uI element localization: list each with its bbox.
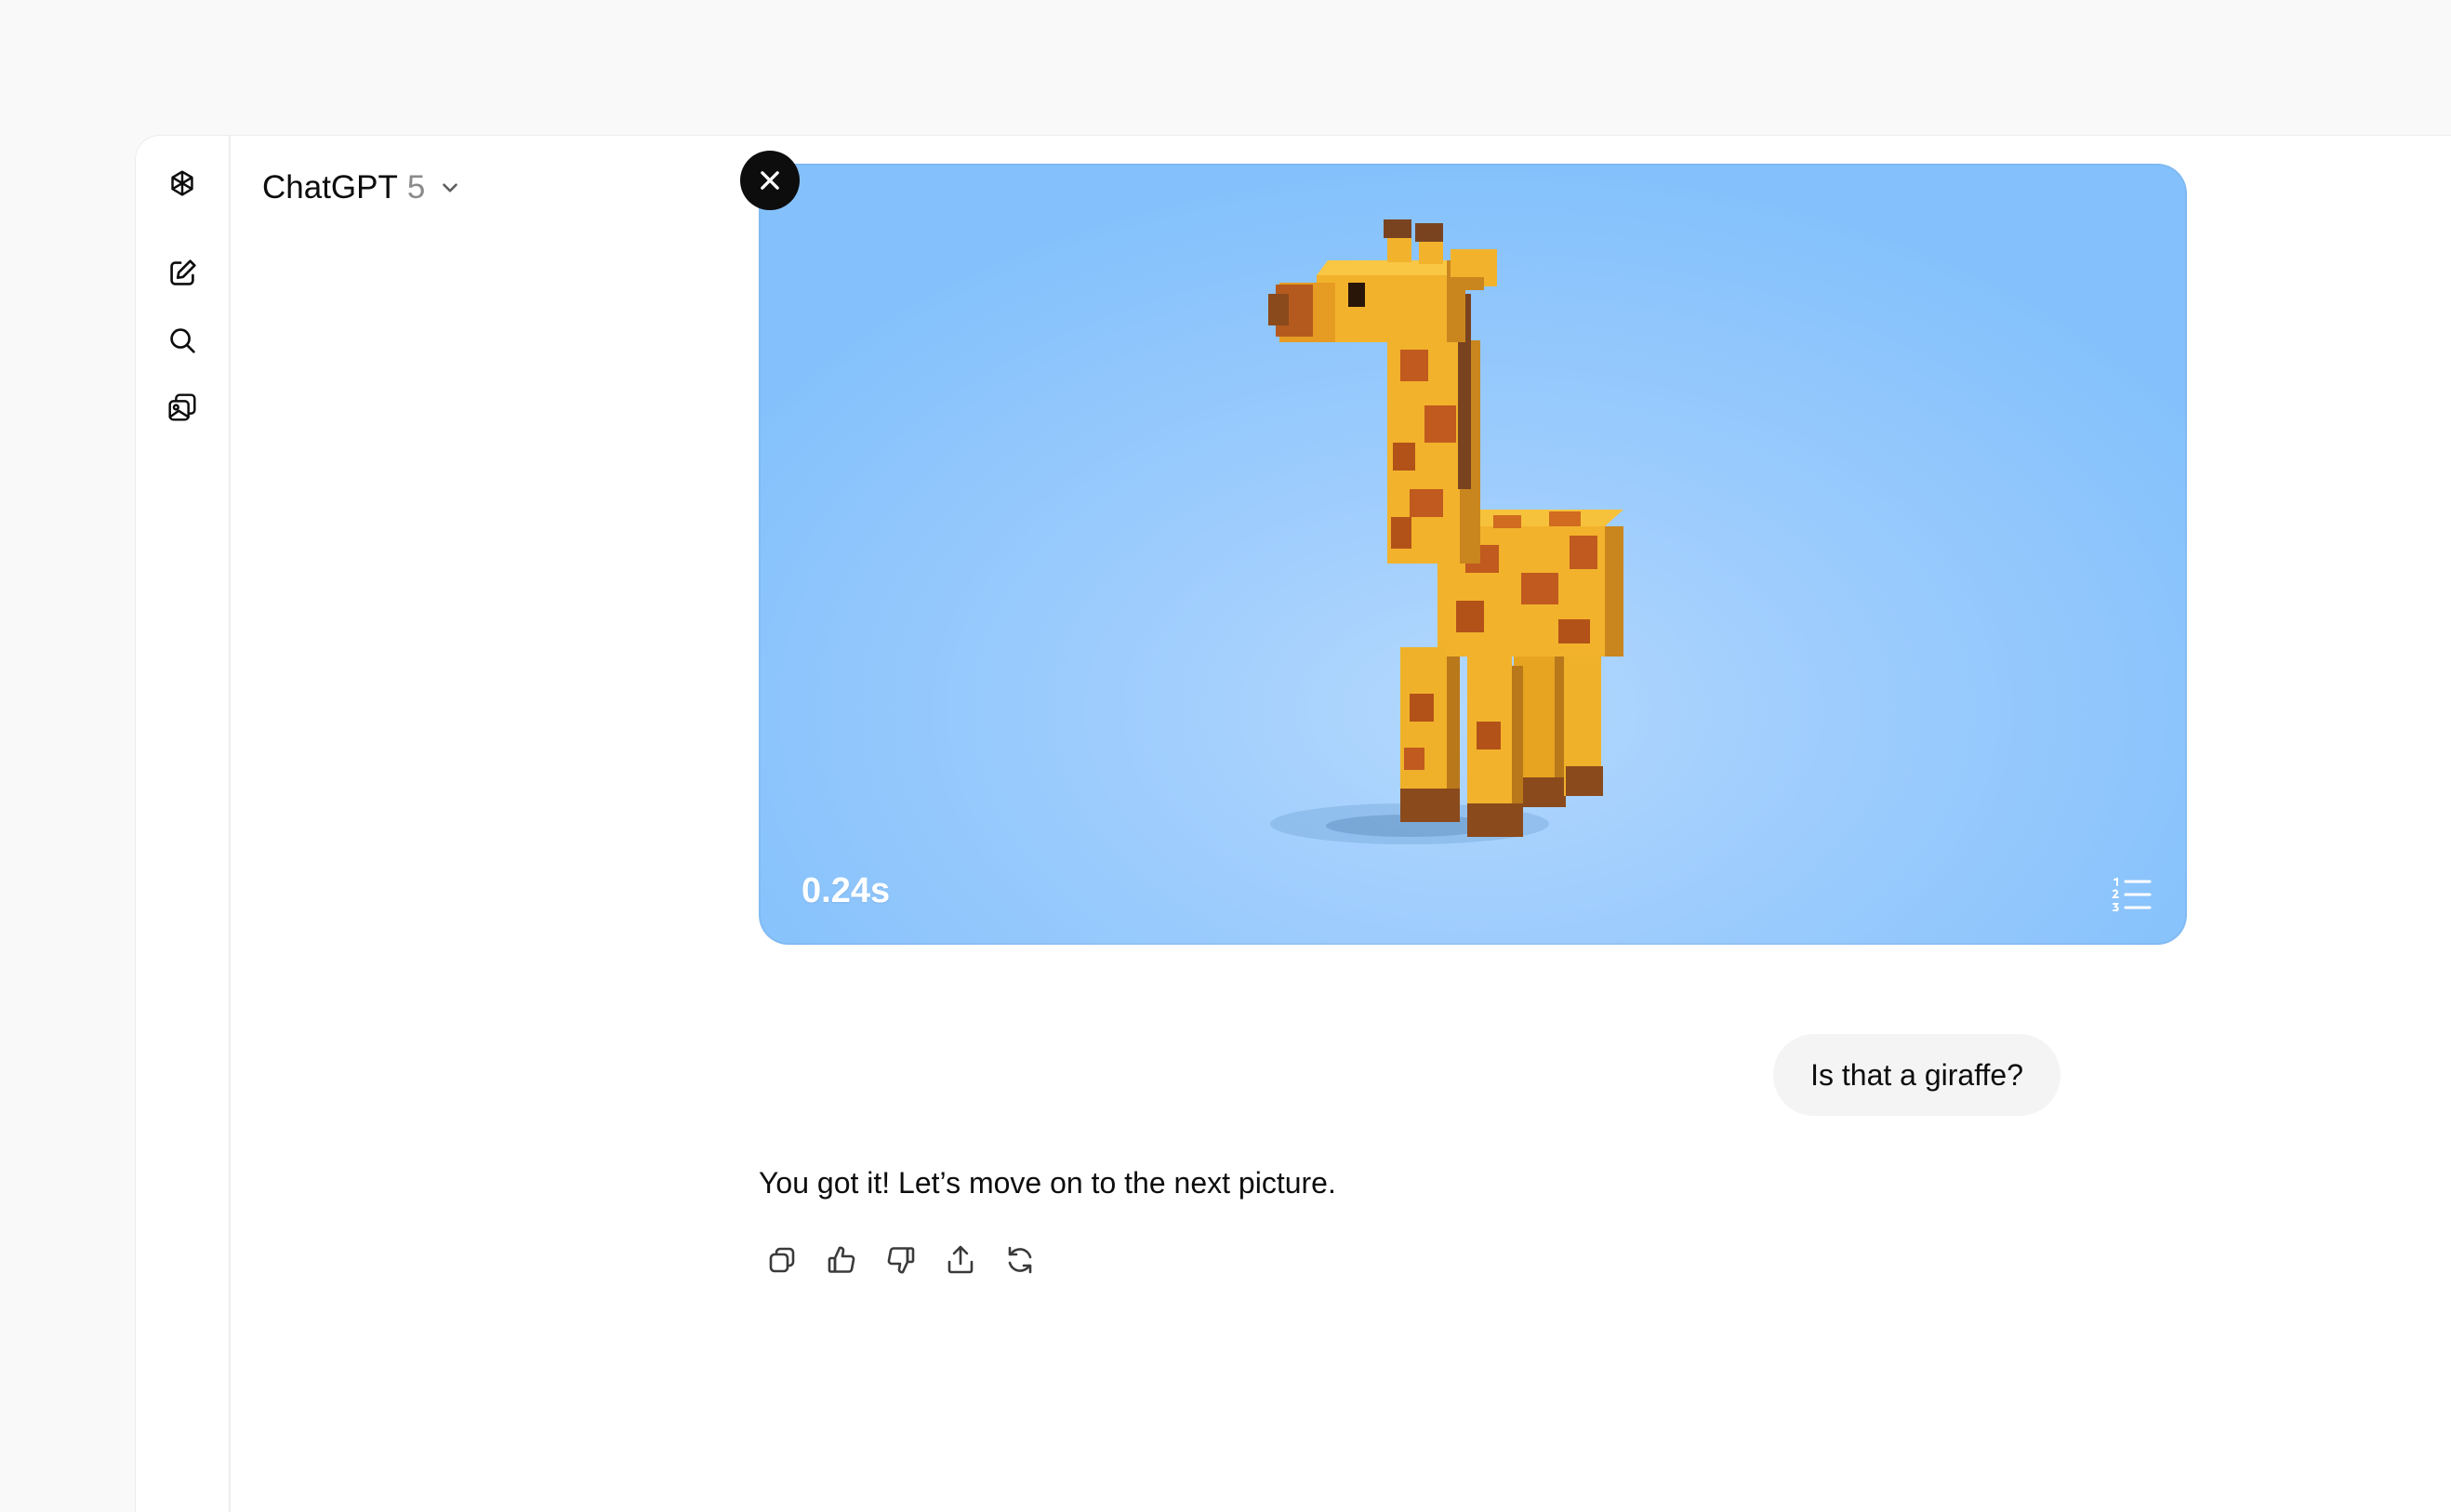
regenerate-button[interactable] xyxy=(997,1237,1043,1283)
model-name: ChatGPT xyxy=(262,169,398,206)
close-icon xyxy=(761,171,779,190)
user-message: Is that a giraffe? xyxy=(1773,1034,2060,1116)
message-actions xyxy=(759,1237,1043,1283)
share-icon xyxy=(947,1245,974,1274)
share-button[interactable] xyxy=(937,1237,984,1283)
copy-button[interactable] xyxy=(759,1237,805,1283)
close-button[interactable] xyxy=(740,151,800,210)
search-icon[interactable] xyxy=(160,318,205,363)
library-icon[interactable] xyxy=(160,385,205,430)
thumbs-up-icon xyxy=(828,1246,855,1273)
thumbs-down-button[interactable] xyxy=(878,1237,924,1283)
openai-logo-icon[interactable] xyxy=(160,162,205,206)
model-version: 5 xyxy=(406,169,426,206)
thumbs-down-icon xyxy=(887,1247,915,1274)
generation-time: 0.24s xyxy=(802,871,891,910)
app-window: ChatGPT 5 0.24s Is that a giraffe? You g… xyxy=(136,136,2451,1512)
chevron-down-icon xyxy=(443,183,458,192)
giraffe-image xyxy=(1268,219,1623,844)
list-icon[interactable] xyxy=(2111,876,2153,913)
regenerate-icon xyxy=(1008,1246,1032,1274)
new-chat-icon[interactable] xyxy=(160,251,205,296)
model-selector[interactable]: ChatGPT 5 xyxy=(257,160,468,216)
thumbs-up-button[interactable] xyxy=(818,1237,865,1283)
sidebar-rail xyxy=(136,136,231,1512)
generated-image[interactable]: 0.24s xyxy=(759,164,2187,945)
assistant-message: You got it! Let’s move on to the next pi… xyxy=(759,1166,1336,1200)
copy-icon xyxy=(769,1247,795,1273)
